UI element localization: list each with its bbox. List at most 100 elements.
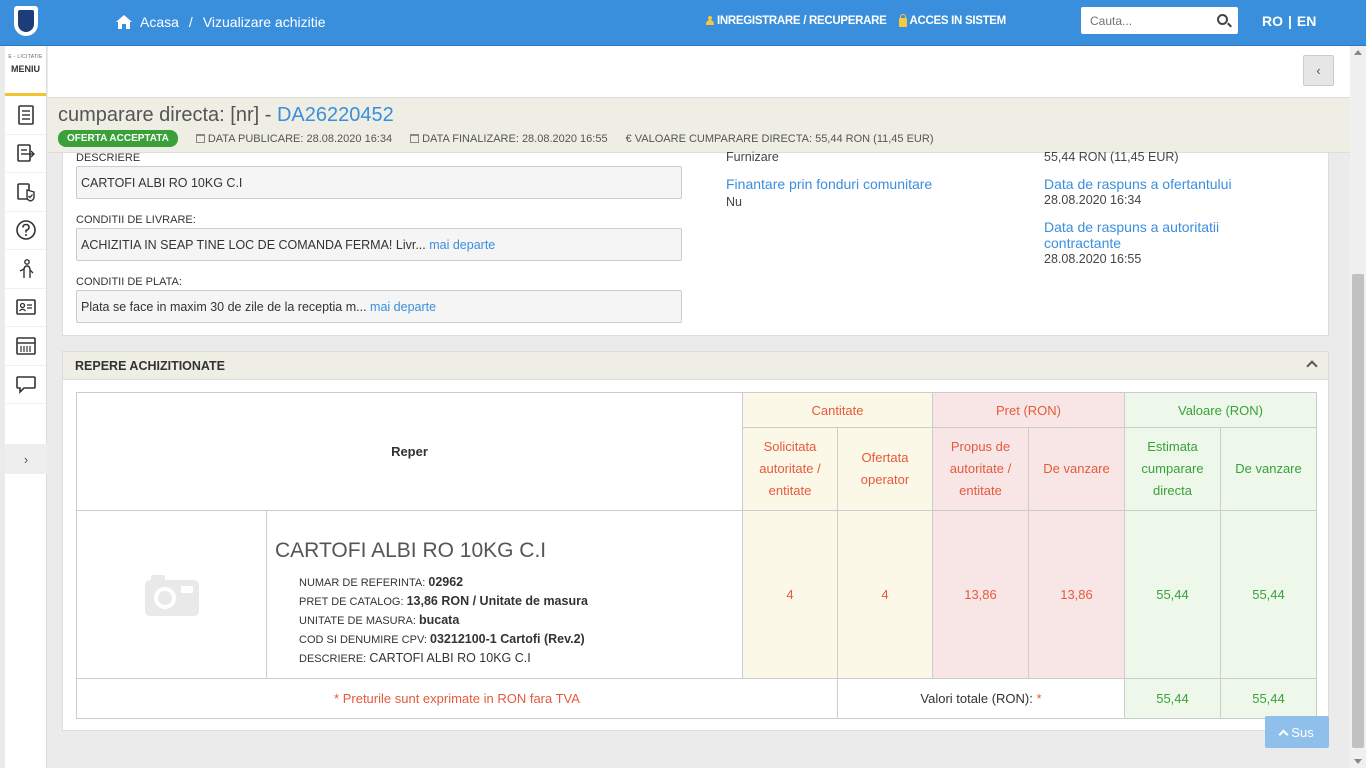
table-row: CARTOFI ALBI RO 10KG C.I NUMAR DE REFERI…: [76, 510, 1317, 679]
product-image-cell: [76, 510, 267, 679]
chevron-up-icon[interactable]: [1306, 360, 1318, 372]
publish-date: DATA PUBLICARE: 28.08.2020 16:34: [195, 133, 392, 145]
top-navbar: Acasa / Vizualizare achizitie INREGISTRA…: [0, 0, 1366, 46]
funds-label: Finantare prin fonduri comunitare: [726, 176, 933, 192]
price-proposed-cell: 13,86: [932, 510, 1029, 679]
page-scrollbar[interactable]: [1350, 46, 1366, 768]
purchased-items-title: REPERE ACHIZITIONATE: [75, 359, 226, 373]
col-group-value: Valoare (RON): [1124, 392, 1317, 428]
contract-type-value: Furnizare: [726, 150, 779, 164]
collapse-panel-button[interactable]: ‹: [1303, 55, 1334, 86]
search-input[interactable]: [1081, 7, 1206, 34]
sidebar-item-catalog[interactable]: [5, 327, 46, 366]
lang-separator: |: [1288, 13, 1292, 29]
camera-icon[interactable]: [143, 572, 201, 618]
chevron-left-icon: ‹: [1316, 63, 1321, 78]
procedure-code[interactable]: DA26220452: [277, 104, 394, 126]
login-link[interactable]: ACCES IN SISTEM: [898, 14, 1007, 27]
search-icon[interactable]: [1217, 14, 1228, 25]
sidebar-item-certificates[interactable]: [5, 173, 46, 212]
scroll-down-arrow[interactable]: [1354, 759, 1362, 764]
breadcrumb: Acasa / Vizualizare achizitie: [116, 14, 326, 30]
totals-label-cell: Valori totale (RON): *: [837, 678, 1125, 719]
chevron-up-icon: [1278, 729, 1289, 739]
home-icon[interactable]: [116, 15, 132, 29]
language-switcher: RO | EN: [1262, 13, 1316, 29]
product-attributes: NUMAR DE REFERINTA: 02962 PRET DE CATALO…: [299, 575, 588, 665]
lang-ro[interactable]: RO: [1262, 13, 1283, 29]
sidebar-item-documents[interactable]: [5, 96, 46, 135]
col-offered: Ofertata operator: [837, 427, 933, 511]
direct-purchase-value: € VALOARE CUMPARARE DIRECTA: 55,44 RON (…: [625, 132, 934, 145]
qty-requested-cell: 4: [742, 510, 838, 679]
export-list-icon: [16, 144, 35, 163]
scroll-up-arrow[interactable]: [1354, 50, 1362, 55]
product-info-cell: CARTOFI ALBI RO 10KG C.I NUMAR DE REFERI…: [266, 510, 743, 679]
sidebar-item-help[interactable]: [5, 212, 46, 250]
purchased-items-panel: REPERE ACHIZITIONATE Reper Cantitate Pre…: [62, 351, 1329, 731]
total-sale-cell: 55,44: [1220, 678, 1317, 719]
sidebar: E - LICITATIE MENIU ›: [5, 46, 47, 768]
reference-number: 02962: [428, 575, 464, 589]
col-sale-price: De vanzare: [1028, 427, 1125, 511]
col-group-quantity: Cantitate: [742, 392, 933, 428]
e-licitatie-logo[interactable]: [14, 6, 38, 36]
sidebar-item-export[interactable]: [5, 135, 46, 173]
value-sale-cell: 55,44: [1220, 510, 1317, 679]
scroll-top-label: Sus: [1291, 724, 1314, 740]
sidebar-item-operators[interactable]: [5, 250, 46, 289]
sidebar-expand-button[interactable]: ›: [5, 444, 47, 474]
secondary-bar: ‹: [48, 46, 1350, 98]
sidebar-header[interactable]: E - LICITATIE MENIU: [5, 46, 46, 96]
breadcrumb-separator: /: [188, 14, 193, 30]
product-name[interactable]: CARTOFI ALBI RO 10KG C.I: [275, 539, 734, 563]
delivery-label: CONDITII DE LIVRARE:: [76, 214, 196, 226]
help-icon: [15, 220, 36, 241]
scrollbar-thumb[interactable]: [1352, 274, 1364, 748]
estimated-amount: 55,44 RON (11,45 EUR): [1044, 150, 1179, 164]
vat-footnote: * Preturile sunt exprimate in RON fara T…: [76, 678, 838, 719]
description-field: CARTOFI ALBI RO 10KG C.I: [76, 166, 682, 199]
col-group-price: Pret (RON): [932, 392, 1125, 428]
lock-icon: [898, 14, 907, 27]
col-requested: Solicitata autoritate / entitate: [742, 427, 838, 511]
delivery-more-link[interactable]: mai departe: [429, 238, 495, 252]
authority-reply-block: Data de raspuns a autoritatii contractan…: [1044, 219, 1254, 266]
lang-en[interactable]: EN: [1297, 13, 1316, 29]
scroll-top-button[interactable]: Sus: [1265, 716, 1329, 748]
col-estimated: Estimata cumparare directa: [1124, 427, 1221, 511]
document-list-icon: [17, 104, 34, 125]
procedure-meta: OFERTA ACCEPTATA DATA PUBLICARE: 28.08.2…: [58, 130, 933, 147]
items-table: Reper Cantitate Pret (RON) Valoare (RON)…: [76, 392, 1317, 719]
breadcrumb-current: Vizualizare achizitie: [202, 14, 326, 30]
sidebar-item-profile[interactable]: [5, 289, 46, 327]
col-sale-value: De vanzare: [1220, 427, 1317, 511]
funds-value: Nu: [726, 195, 742, 209]
payment-more-link[interactable]: mai departe: [370, 300, 436, 314]
register-link[interactable]: INREGISTRARE / RECUPERARE: [706, 14, 887, 27]
register-label: INREGISTRARE / RECUPERARE: [717, 14, 887, 27]
page-title: cumparare directa: [nr] - DA26220452: [58, 104, 394, 127]
finish-date: DATA FINALIZARE: 28.08.2020 16:55: [410, 133, 608, 145]
procedure-details: DESCRIERE CARTOFI ALBI RO 10KG C.I CONDI…: [62, 150, 1329, 336]
col-proposed: Propus de autoritate / entitate: [932, 427, 1029, 511]
qty-offered-cell: 4: [837, 510, 933, 679]
payment-field: Plata se face in maxim 30 de zile de la …: [76, 290, 682, 323]
total-estimated-cell: 55,44: [1124, 678, 1221, 719]
product-description: CARTOFI ALBI RO 10KG C.I: [369, 651, 531, 665]
authority-reply-value: 28.08.2020 16:55: [1044, 252, 1142, 266]
sidebar-item-messages[interactable]: [5, 366, 46, 404]
breadcrumb-home[interactable]: Acasa: [140, 14, 179, 30]
user-icon: [706, 16, 714, 25]
unit-of-measure: bucata: [419, 613, 460, 627]
title-prefix: cumparare directa: [nr] -: [58, 104, 277, 126]
sidebar-menu-label: MENIU: [11, 64, 40, 74]
calendar-icon: [410, 133, 420, 143]
login-label: ACCES IN SISTEM: [909, 14, 1007, 27]
id-card-icon: [15, 299, 36, 316]
calendar-icon: [195, 133, 205, 143]
col-header-reper: Reper: [76, 392, 743, 511]
description-label: DESCRIERE: [76, 152, 141, 164]
bidder-reply-block: Data de raspuns a ofertantului 28.08.202…: [1044, 176, 1274, 207]
purchased-items-header[interactable]: REPERE ACHIZITIONATE: [63, 352, 1328, 380]
